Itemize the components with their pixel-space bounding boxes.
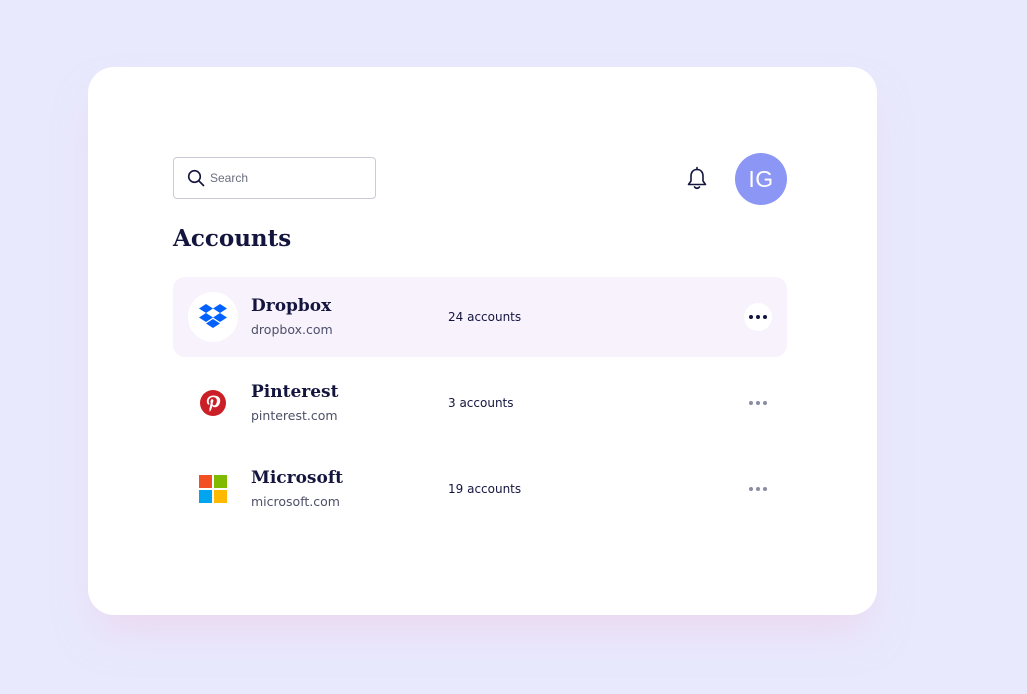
accounts-card: IG Accounts Dropbox dropbox.com 24 accou… — [88, 67, 877, 615]
more-icon-dot — [756, 315, 760, 319]
more-options-button[interactable] — [744, 475, 772, 503]
dropbox-logo-icon — [188, 292, 238, 342]
account-row-dropbox[interactable]: Dropbox dropbox.com 24 accounts — [173, 277, 787, 357]
account-domain: dropbox.com — [251, 322, 333, 337]
notification-bell-icon[interactable] — [685, 166, 709, 192]
search-box[interactable] — [173, 157, 376, 199]
account-count: 3 accounts — [448, 396, 514, 410]
search-input[interactable] — [210, 158, 360, 198]
more-icon-dot — [749, 487, 753, 491]
more-options-button[interactable] — [744, 389, 772, 417]
account-name: Pinterest — [251, 382, 339, 402]
more-icon-dot — [749, 401, 753, 405]
account-row-pinterest[interactable]: Pinterest pinterest.com 3 accounts — [173, 363, 787, 443]
page-title: Accounts — [173, 225, 292, 252]
account-count: 19 accounts — [448, 482, 522, 496]
account-name: Microsoft — [251, 468, 343, 488]
more-icon-dot — [756, 487, 760, 491]
more-icon-dot — [763, 401, 767, 405]
account-count: 24 accounts — [448, 310, 522, 324]
microsoft-logo-icon — [188, 464, 238, 514]
more-options-button[interactable] — [744, 303, 772, 331]
more-icon-dot — [756, 401, 760, 405]
account-domain: pinterest.com — [251, 408, 338, 423]
more-icon-dot — [763, 315, 767, 319]
more-icon-dot — [763, 487, 767, 491]
more-icon-dot — [749, 315, 753, 319]
search-icon — [187, 169, 205, 187]
account-name: Dropbox — [251, 296, 332, 316]
user-avatar[interactable]: IG — [735, 153, 787, 205]
pinterest-logo-icon — [188, 378, 238, 428]
account-row-microsoft[interactable]: Microsoft microsoft.com 19 accounts — [173, 449, 787, 529]
account-domain: microsoft.com — [251, 494, 340, 509]
